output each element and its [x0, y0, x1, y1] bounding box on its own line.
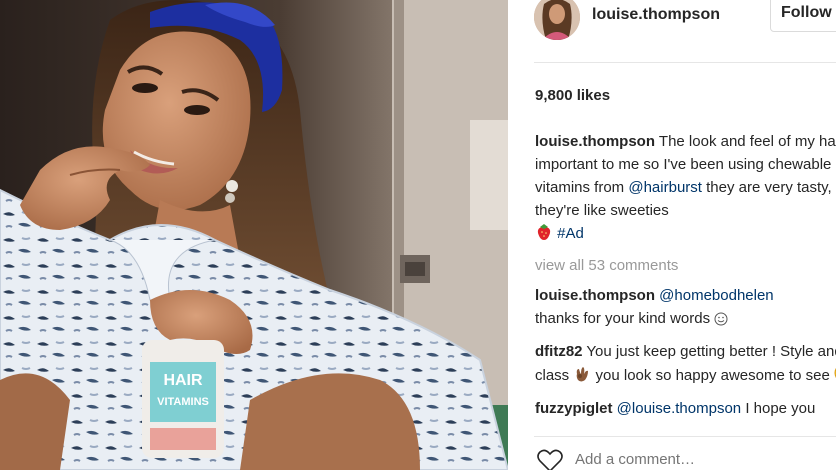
- bottle-label-hair: HAIR: [163, 372, 203, 389]
- view-all-comments-link[interactable]: view all 53 comments: [535, 254, 836, 277]
- comment-item: louise.thompson @homebodhelen thanks for…: [535, 284, 836, 333]
- avatar[interactable]: [534, 0, 580, 40]
- comment-item: fuzzypiglet @louise.thompson I hope you: [535, 397, 836, 420]
- footer-divider: [534, 436, 836, 437]
- header-username[interactable]: louise.thompson: [592, 6, 720, 24]
- likes-count[interactable]: 9,800 likes: [535, 87, 610, 104]
- comment-username[interactable]: louise.thompson: [535, 287, 655, 304]
- post-header: louise.thompson Follow: [508, 0, 836, 62]
- caption: louise.thompson The look and feel of my …: [535, 130, 836, 248]
- post-footer: [534, 448, 836, 470]
- comment-mention[interactable]: @louise.thompson: [617, 400, 741, 417]
- ok-hand-emoji-icon: [573, 365, 591, 390]
- caption-mention[interactable]: @hairburst: [628, 179, 702, 196]
- comment-username[interactable]: fuzzypiglet: [535, 400, 613, 417]
- comments-list: louise.thompson The look and feel of my …: [535, 130, 836, 427]
- comment-item: dfitz82 You just keep getting better ! S…: [535, 340, 836, 390]
- strawberry-emoji-icon: [535, 223, 553, 248]
- comment-text: I hope you: [745, 400, 816, 417]
- bottle-label-vitamins: VITAMINS: [157, 396, 209, 408]
- post-photo[interactable]: HAIR VITAMINS: [0, 0, 508, 470]
- comment-text: thanks for your kind words: [535, 310, 711, 327]
- caption-hashtag[interactable]: #Ad: [557, 225, 584, 242]
- post-side-panel: louise.thompson Follow 9,800 likes louis…: [508, 0, 836, 470]
- post-image: HAIR VITAMINS: [0, 0, 508, 470]
- comment-text-2: you look so happy awesome to see: [595, 367, 830, 384]
- comment-mention[interactable]: @homebodhelen: [659, 287, 773, 304]
- smile-emoji-icon: [714, 310, 728, 333]
- follow-button[interactable]: Follow: [770, 0, 836, 32]
- avatar-image: [534, 0, 580, 40]
- header-divider: [534, 62, 836, 63]
- caption-username[interactable]: louise.thompson: [535, 133, 655, 150]
- heart-outline-icon[interactable]: [536, 449, 564, 470]
- comment-username[interactable]: dfitz82: [535, 343, 583, 360]
- add-comment-input[interactable]: [575, 451, 835, 468]
